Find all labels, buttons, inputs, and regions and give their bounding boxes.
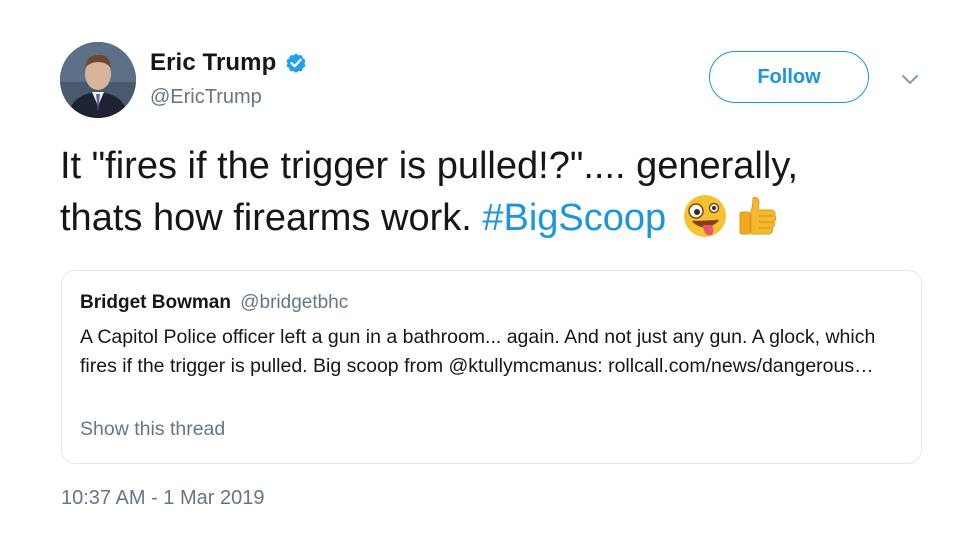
thumbs-up-emoji-icon [733, 192, 781, 240]
quoted-author-handle: @bridgetbhc [240, 292, 349, 313]
quoted-tweet-header: Bridget Bowman @bridgetbhc [80, 292, 348, 314]
quoted-author-name: Bridget Bowman [80, 292, 231, 313]
hashtag-link[interactable]: #BigScoop [482, 197, 666, 239]
quoted-tweet-text: A Capitol Police officer left a gun in a… [80, 326, 876, 377]
tweet-card: Eric Trump @EricTrump Follow It "fires i… [0, 0, 980, 533]
avatar[interactable] [60, 42, 136, 118]
tweet-text: It "fires if the trigger is pulled!?"...… [60, 140, 940, 244]
show-thread-link[interactable]: Show this thread [80, 418, 225, 441]
tweet-text-line2: thats how firearms work. [60, 197, 483, 239]
chevron-down-icon[interactable] [898, 70, 922, 90]
author-name-row: Eric Trump [150, 48, 308, 78]
tweet-timestamp[interactable]: 10:37 AM - 1 Mar 2019 [61, 487, 264, 510]
author-handle[interactable]: @EricTrump [150, 86, 262, 109]
author-name[interactable]: Eric Trump [150, 49, 276, 77]
follow-button[interactable]: Follow [709, 51, 869, 103]
avatar-image [60, 42, 136, 118]
verified-badge-icon [284, 51, 308, 75]
zany-face-emoji-icon [681, 192, 729, 240]
tweet-text-line1: It "fires if the trigger is pulled!?"...… [60, 145, 799, 187]
quoted-tweet[interactable]: Bridget Bowman @bridgetbhc A Capitol Pol… [61, 270, 922, 464]
